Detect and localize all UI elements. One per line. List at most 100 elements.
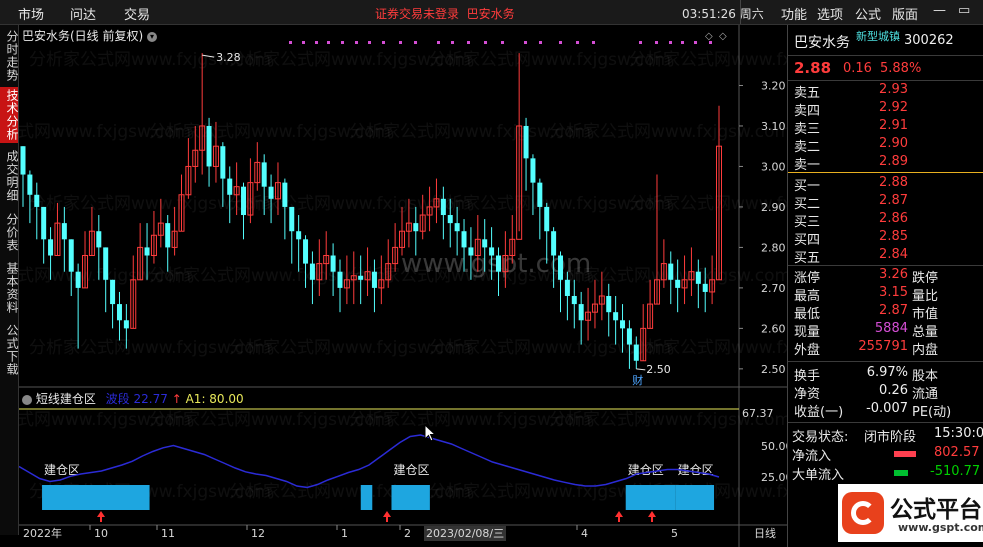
divider xyxy=(788,80,983,81)
subchart-settings-icon[interactable] xyxy=(22,394,32,405)
menu-wenda[interactable]: 问达 xyxy=(70,4,96,23)
minimize-icon[interactable]: — xyxy=(933,3,946,18)
bid-ask-divider xyxy=(788,172,983,173)
event-dot xyxy=(437,41,440,44)
candle-body xyxy=(447,215,453,224)
event-dot xyxy=(355,41,358,44)
tab-intraday[interactable]: 分时走势 xyxy=(0,28,19,84)
candle-body xyxy=(440,198,446,216)
event-dot xyxy=(576,41,579,44)
x-tick-label: 日线 xyxy=(754,526,776,540)
chart-title: 巴安水务(日线 前复权) ▾ xyxy=(22,27,158,44)
asks-value: 2.89 xyxy=(879,154,908,169)
candle-body xyxy=(68,239,74,272)
menu-market[interactable]: 市场 xyxy=(18,4,44,23)
candle-body xyxy=(20,146,26,175)
y-tick-label: 2.80 xyxy=(761,241,786,254)
event-dot xyxy=(382,41,385,44)
mouse-cursor-icon xyxy=(424,424,437,442)
tab-trades[interactable]: 成交明细 xyxy=(0,147,19,205)
notice-stock-name: 巴安水务 xyxy=(466,7,515,21)
menu-function[interactable]: 功能 xyxy=(781,4,807,23)
event-dot xyxy=(368,41,371,44)
logo-icon xyxy=(842,492,884,534)
menu-trade[interactable]: 交易 xyxy=(124,4,150,23)
buy-signal-arrow xyxy=(648,511,656,522)
menu-layout[interactable]: 版面 xyxy=(892,4,918,23)
event-dot xyxy=(302,41,305,44)
y-tick-label: 2.60 xyxy=(761,322,786,335)
tab-formula-download[interactable]: 公式下载 xyxy=(0,321,19,379)
settings-icon[interactable]: ▾ xyxy=(147,31,158,42)
sector-tag[interactable]: 新型城镇 xyxy=(856,28,900,44)
stats-label: 外盘 xyxy=(794,343,821,358)
subchart-title: 短线建仓区 xyxy=(35,392,96,406)
trade-status-label: 交易状态: xyxy=(792,430,849,445)
x-tick-label: 1 xyxy=(341,527,348,540)
low-pointer xyxy=(636,368,646,371)
bids-value: 2.84 xyxy=(879,247,908,262)
candle-body xyxy=(268,186,274,199)
buy-zone-bar xyxy=(675,485,715,510)
candle-body xyxy=(289,206,295,232)
candle-body xyxy=(613,312,619,321)
bids-label: 买五 xyxy=(794,251,821,266)
stats-label2: 量比 xyxy=(912,289,939,304)
low-price-label: 2.50 xyxy=(646,363,671,376)
watermark-bg: 分析家公式网www.fxjgsw.com xyxy=(629,338,787,358)
tab-price-table[interactable]: 分价表 xyxy=(0,209,19,255)
candle-body xyxy=(551,231,557,256)
a1-value: A1: 80.00 xyxy=(185,392,244,406)
x-tick-label: 2 xyxy=(404,527,411,540)
candle-body xyxy=(227,178,233,195)
event-dot xyxy=(341,41,344,44)
divider xyxy=(788,422,983,423)
menu-formula[interactable]: 公式 xyxy=(855,4,881,23)
menu-options[interactable]: 选项 xyxy=(817,4,843,23)
candle-body xyxy=(558,255,564,280)
buy-zone-bar xyxy=(391,485,430,510)
candle-body xyxy=(220,146,226,179)
restore-icon[interactable]: ▭ xyxy=(958,3,970,18)
candle-body xyxy=(482,239,488,248)
buy-zone-bar xyxy=(42,485,150,510)
stock-name: 巴安水务 xyxy=(794,35,850,51)
event-dot xyxy=(694,41,697,44)
event-dot xyxy=(655,41,658,44)
buy-signal-arrow xyxy=(97,511,105,522)
stats2-label2: PE(动) xyxy=(912,405,952,420)
asks-value: 2.93 xyxy=(879,82,908,97)
event-dot xyxy=(414,41,417,44)
asks-label: 卖三 xyxy=(794,122,821,137)
asks-value: 2.91 xyxy=(879,118,908,133)
candle-body xyxy=(296,231,302,240)
bids-label: 买三 xyxy=(794,215,821,230)
buy-zone-bar xyxy=(625,485,676,510)
last-price: 2.88 xyxy=(794,59,832,77)
candle-body xyxy=(303,239,309,264)
x-tick-label: 5 xyxy=(671,527,678,540)
tab-profile[interactable]: 基本资料 xyxy=(0,259,19,317)
info-diamond-icon: ◇ xyxy=(705,31,713,42)
candle-body xyxy=(165,223,171,248)
series-label: 波段 xyxy=(105,392,130,406)
info-diamond-icon: ◇ xyxy=(719,31,727,42)
x-tick-label: 2022年 xyxy=(23,526,62,540)
tab-technical[interactable]: 技术分析 xyxy=(0,87,19,143)
candle-body xyxy=(116,304,122,321)
series-value: 22.77 xyxy=(133,392,168,406)
event-dot xyxy=(681,41,684,44)
candle-body xyxy=(144,247,150,256)
stats-label2: 跌停 xyxy=(912,271,939,286)
candle-body xyxy=(530,158,536,183)
candle-body xyxy=(34,194,40,207)
stats-label: 最高 xyxy=(794,289,821,304)
asks-label: 卖一 xyxy=(794,158,821,173)
bids-value: 2.86 xyxy=(879,211,908,226)
chart-canvas[interactable]: 分析家公式网www.fxjgsw.com 分析家公式网www.fxjgsw.com… xyxy=(19,25,787,547)
candle-body xyxy=(123,320,129,329)
watermark-bg: 分析家公式网www.fxjgsw.com xyxy=(629,50,787,70)
login-notice[interactable]: 证券交易未登录 巴安水务 xyxy=(375,5,515,22)
x-tick-label: 10 xyxy=(94,527,108,540)
event-dot xyxy=(559,41,562,44)
